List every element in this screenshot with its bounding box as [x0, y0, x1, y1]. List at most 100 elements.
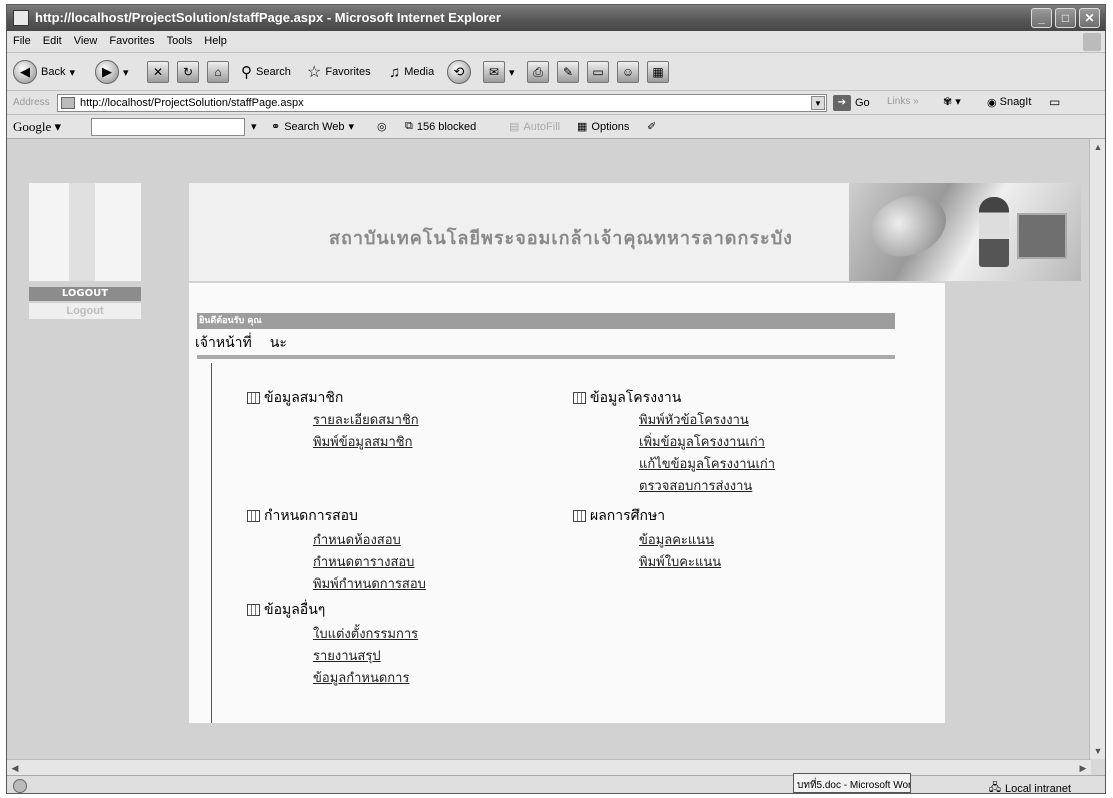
- popup-blocker-icon: ⧉: [405, 120, 413, 132]
- discuss-button[interactable]: ▭: [587, 58, 609, 86]
- browser-window: http://localhost/ProjectSolution/staffPa…: [6, 4, 1106, 794]
- refresh-icon: ↻: [177, 61, 199, 83]
- highlighter-icon[interactable]: ✐: [647, 120, 656, 133]
- mail-icon: ✉: [483, 61, 505, 83]
- google-logo[interactable]: Google ▾: [13, 119, 61, 135]
- section-projects: ข้อมูลโครงงาน: [573, 387, 681, 409]
- refresh-button[interactable]: ↻: [177, 58, 199, 86]
- ie-icon: [13, 10, 29, 26]
- research-icon: ▦: [647, 61, 669, 83]
- window-title: http://localhost/ProjectSolution/staffPa…: [35, 10, 501, 25]
- title-bar[interactable]: http://localhost/ProjectSolution/staffPa…: [7, 5, 1105, 31]
- maximize-button[interactable]: □: [1055, 8, 1076, 28]
- go-arrow-icon: ➔: [833, 95, 851, 111]
- history-button[interactable]: ⟲: [447, 58, 471, 86]
- forward-button[interactable]: ▶ ▾: [95, 58, 129, 86]
- search-web-button[interactable]: ⚭ Search Web ▾: [271, 120, 354, 134]
- scroll-up-icon[interactable]: ▲: [1090, 139, 1105, 155]
- research-button[interactable]: ▦: [647, 58, 669, 86]
- go-button[interactable]: ➔ Go: [833, 95, 870, 111]
- table-icon: [247, 510, 260, 522]
- translate-icon[interactable]: ✾ ▾: [943, 95, 961, 108]
- section-members: ข้อมูลสมาชิก: [247, 387, 343, 409]
- address-dropdown[interactable]: ▼: [811, 96, 825, 110]
- popup-blocker-button[interactable]: ⧉ 156 blocked: [405, 120, 476, 133]
- page-icon: [61, 97, 75, 109]
- scroll-down-icon[interactable]: ▼: [1090, 743, 1105, 759]
- home-button[interactable]: ⌂: [207, 58, 229, 86]
- windows-flag-icon: [1083, 33, 1101, 51]
- link-print-exam-schedule[interactable]: พิมพ์กำหนดการสอบ: [313, 573, 426, 594]
- messenger-icon: ☺: [617, 61, 639, 83]
- menu-edit[interactable]: Edit: [37, 31, 68, 47]
- security-zone[interactable]: 🖧 Local intranet: [989, 779, 1071, 793]
- link-summary-report[interactable]: รายงานสรุป: [313, 645, 381, 666]
- link-member-details[interactable]: รายละเอียดสมาชิก: [313, 409, 419, 430]
- menu-file[interactable]: File: [7, 31, 37, 47]
- menu-bar: File Edit View Favorites Tools Help: [7, 31, 1105, 53]
- print-button[interactable]: ⎙: [527, 58, 549, 86]
- back-button[interactable]: ◀ Back ▾: [13, 58, 75, 86]
- edit-button[interactable]: ✎: [557, 58, 579, 86]
- link-committee-appointment[interactable]: ใบแต่งตั้งกรรมการ: [313, 623, 418, 644]
- history-icon: ⟲: [447, 60, 471, 84]
- link-schedule-data[interactable]: ข้อมูลกำหนดการ: [313, 667, 409, 688]
- content-border: [211, 363, 212, 723]
- status-bar: 🖧 Local intranet: [7, 775, 1105, 793]
- table-icon: [247, 392, 260, 404]
- scroll-left-icon[interactable]: ◀: [7, 760, 23, 776]
- favorites-button[interactable]: ☆ Favorites: [307, 58, 371, 86]
- forward-arrow-icon: ▶: [95, 60, 119, 84]
- staff-greeting: เจ้าหน้าที่ นะ: [195, 335, 287, 351]
- link-print-transcript[interactable]: พิมพ์ใบคะแนน: [639, 551, 721, 572]
- vertical-scrollbar[interactable]: ▲ ▼: [1089, 139, 1105, 759]
- links-label[interactable]: Links »: [887, 96, 919, 107]
- pagerank-icon[interactable]: ◎: [377, 120, 387, 133]
- search-icon: ⚲: [241, 64, 252, 81]
- link-print-members[interactable]: พิมพ์ข้อมูลสมาชิก: [313, 431, 412, 452]
- autofill-button[interactable]: ▤ AutoFill: [509, 120, 560, 134]
- link-edit-old-project[interactable]: แก้ไขข้อมูลโครงงานเก่า: [639, 453, 775, 474]
- close-button[interactable]: ✕: [1079, 8, 1100, 28]
- options-button[interactable]: ▦ Options: [577, 120, 629, 134]
- scroll-right-icon[interactable]: ▶: [1075, 760, 1091, 776]
- logout-header: LOGOUT: [29, 287, 141, 301]
- chevron-down-icon: ▾: [123, 66, 129, 79]
- chevron-down-icon: ▾: [509, 66, 515, 79]
- google-search-input[interactable]: [91, 118, 245, 136]
- main-panel: ยินดีต้อนรับ คุณ เจ้าหน้าที่ นะ ข้อมูลสมา…: [189, 283, 945, 723]
- menu-help[interactable]: Help: [198, 31, 233, 47]
- stop-button[interactable]: ✕: [147, 58, 169, 86]
- menu-favorites[interactable]: Favorites: [103, 31, 160, 47]
- address-bar: Address http://localhost/ProjectSolution…: [7, 91, 1105, 115]
- menu-tools[interactable]: Tools: [161, 31, 199, 47]
- table-icon: [573, 392, 586, 404]
- link-check-submission[interactable]: ตรวจสอบการส่งงาน: [639, 475, 752, 496]
- link-set-exam-room[interactable]: กำหนดห้องสอบ: [313, 529, 401, 550]
- link-score-data[interactable]: ข้อมูลคะแนน: [639, 529, 714, 550]
- logout-link[interactable]: Logout: [29, 303, 141, 319]
- menu-view[interactable]: View: [68, 31, 104, 47]
- address-input[interactable]: http://localhost/ProjectSolution/staffPa…: [57, 94, 827, 112]
- horizontal-scrollbar[interactable]: ◀ ▶: [7, 759, 1091, 775]
- page-status-icon: [13, 779, 27, 793]
- section-other: ข้อมูลอื่นๆ: [247, 599, 325, 621]
- link-print-project-topics[interactable]: พิมพ์หัวข้อโครงงาน: [639, 409, 749, 430]
- edit-icon: ✎: [557, 61, 579, 83]
- google-dropdown[interactable]: ▾: [251, 120, 257, 133]
- snagit-button[interactable]: ◉ SnagIt: [987, 96, 1031, 109]
- star-icon: ☆: [307, 64, 322, 81]
- minimize-button[interactable]: _: [1031, 8, 1052, 28]
- media-button[interactable]: ♫ Media: [389, 58, 434, 86]
- left-logo-panel: [29, 183, 141, 281]
- link-add-old-project[interactable]: เพิ่มข้อมูลโครงงานเก่า: [639, 431, 765, 452]
- search-button[interactable]: ⚲ Search: [241, 58, 291, 86]
- table-icon: [247, 604, 260, 616]
- messenger-button[interactable]: ☺: [617, 58, 639, 86]
- snagit-window-icon[interactable]: ▭: [1049, 95, 1060, 109]
- banner-photo: [849, 183, 1081, 281]
- mail-button[interactable]: ✉ ▾: [483, 58, 515, 86]
- options-icon: ▦: [577, 121, 588, 133]
- link-set-exam-schedule[interactable]: กำหนดตารางสอบ: [313, 551, 414, 572]
- discuss-icon: ▭: [587, 61, 609, 83]
